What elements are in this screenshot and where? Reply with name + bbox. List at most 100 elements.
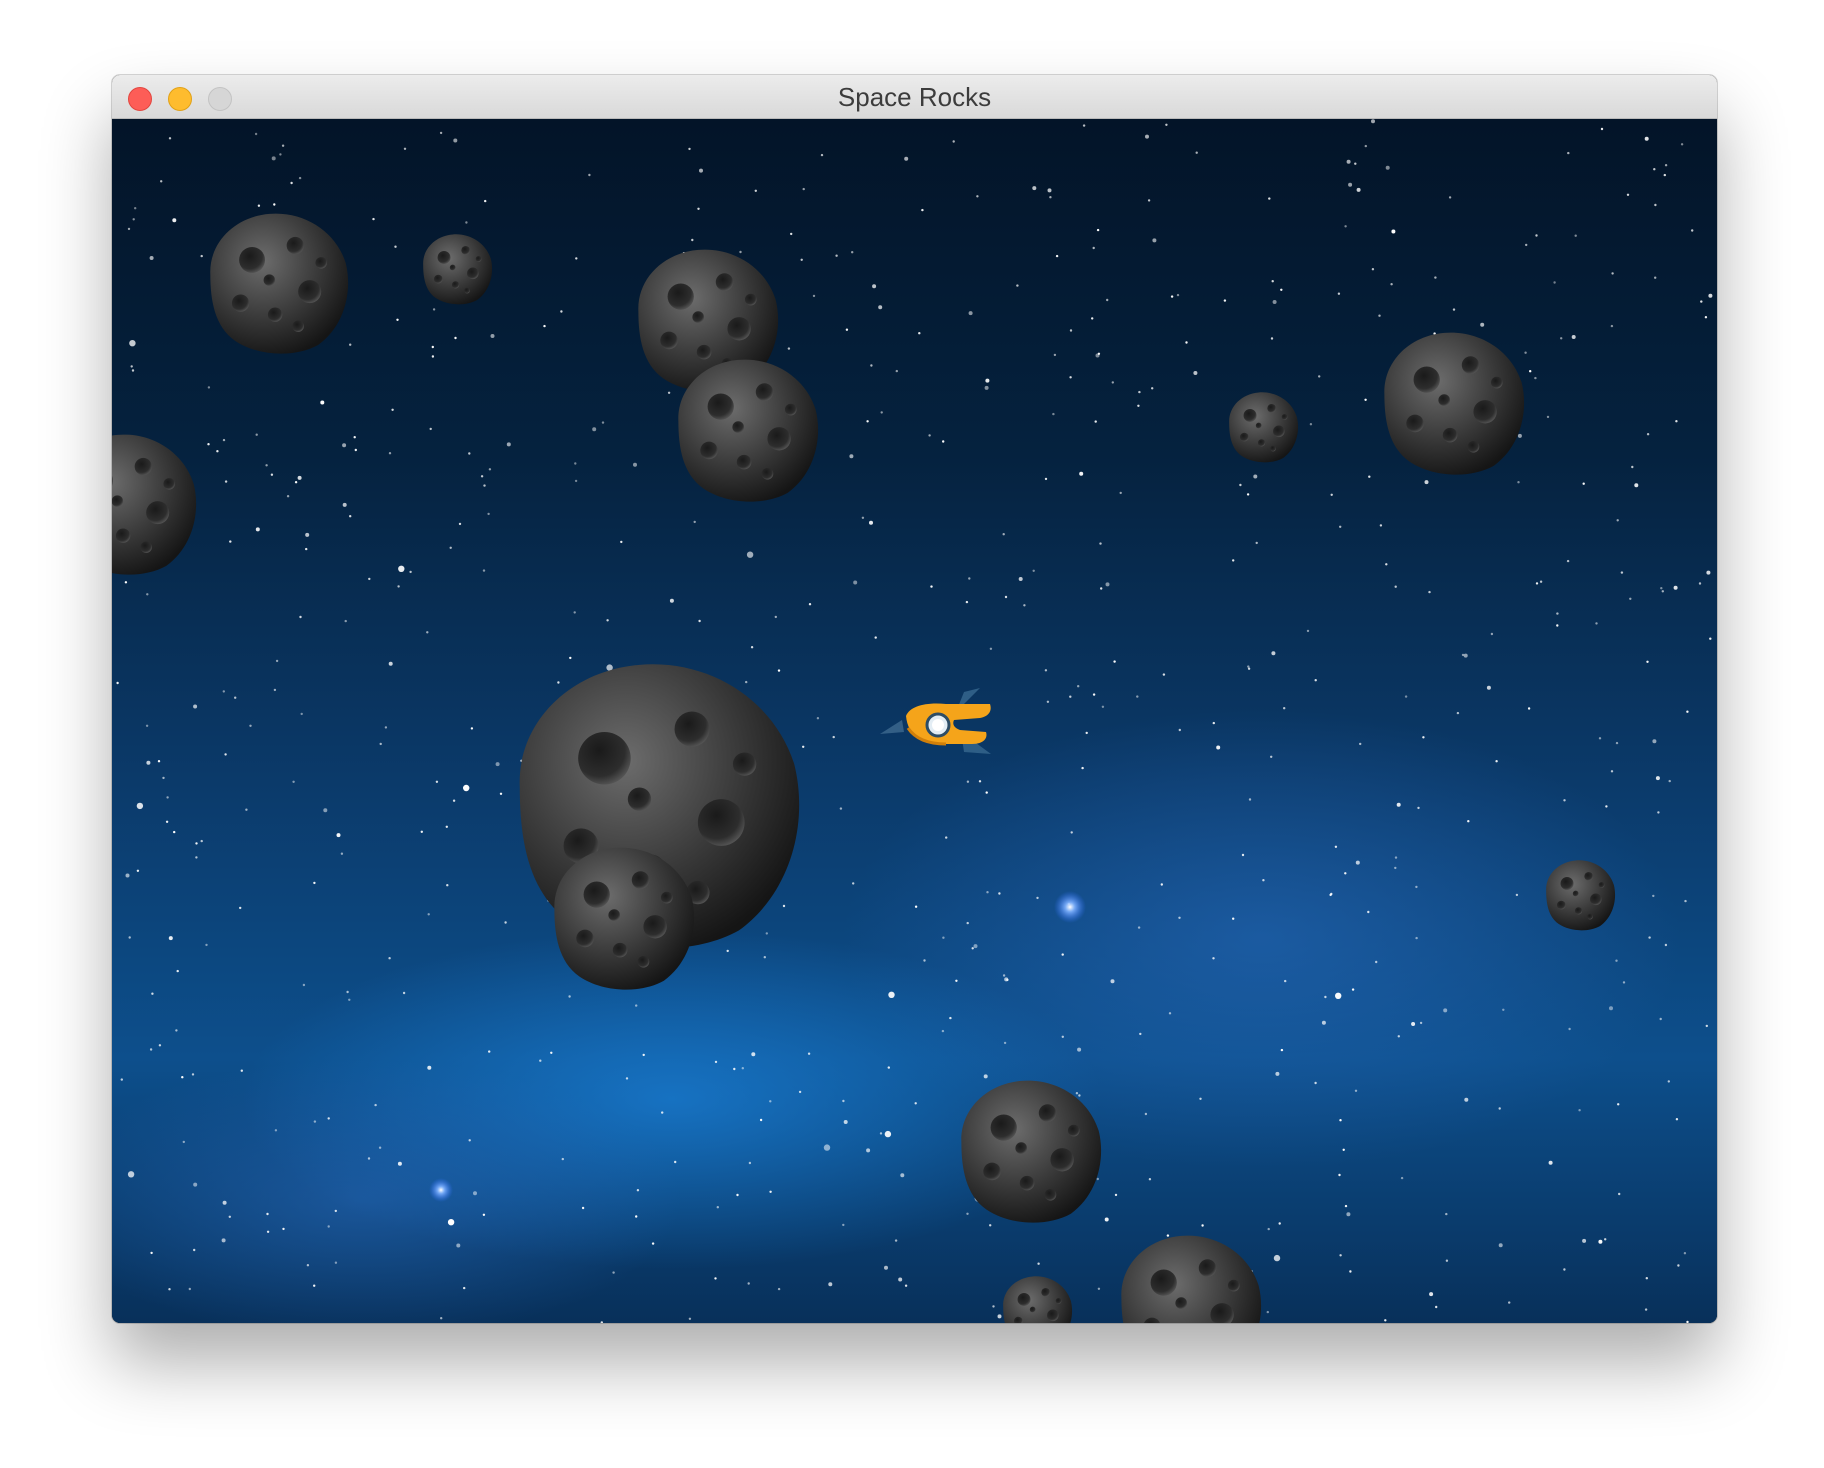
star xyxy=(499,792,503,795)
star xyxy=(188,1287,191,1291)
star xyxy=(429,427,432,431)
star xyxy=(736,1193,739,1197)
star xyxy=(1428,590,1431,594)
star xyxy=(136,869,140,872)
star xyxy=(240,1069,243,1072)
star xyxy=(1660,587,1663,590)
star xyxy=(569,656,572,660)
star xyxy=(1663,173,1667,177)
game-canvas[interactable] xyxy=(112,119,1717,1323)
star xyxy=(320,400,325,405)
star xyxy=(506,442,511,447)
star xyxy=(388,661,393,666)
star xyxy=(1664,943,1668,947)
star xyxy=(1391,229,1396,234)
star xyxy=(1384,1319,1387,1322)
star xyxy=(1272,300,1277,304)
star xyxy=(879,1132,883,1135)
star xyxy=(1223,299,1227,302)
star xyxy=(688,147,691,151)
star xyxy=(396,318,399,321)
star xyxy=(774,615,777,619)
star xyxy=(207,443,210,446)
star xyxy=(904,1284,908,1287)
star xyxy=(200,839,203,843)
star xyxy=(1104,1217,1109,1222)
star xyxy=(739,250,742,254)
star xyxy=(182,1140,185,1144)
star xyxy=(606,619,609,622)
star xyxy=(1032,569,1035,572)
star xyxy=(292,780,295,783)
star xyxy=(1691,229,1694,232)
star xyxy=(1508,1301,1511,1304)
star xyxy=(642,1053,645,1057)
star xyxy=(955,979,958,982)
star xyxy=(1495,760,1498,763)
star xyxy=(1346,159,1351,164)
star xyxy=(470,727,474,730)
star xyxy=(667,391,671,394)
star xyxy=(726,949,729,953)
game-scene xyxy=(112,119,1717,1323)
star xyxy=(372,217,375,221)
star xyxy=(1314,679,1317,682)
star xyxy=(1364,144,1368,148)
star xyxy=(798,1090,802,1094)
star xyxy=(166,796,169,799)
star xyxy=(845,328,849,331)
star xyxy=(1006,978,1009,982)
star xyxy=(1339,525,1342,528)
star xyxy=(1355,860,1360,865)
star xyxy=(1099,542,1102,545)
star xyxy=(1241,853,1245,857)
star xyxy=(1375,960,1378,964)
star xyxy=(1049,196,1052,199)
star xyxy=(294,481,298,484)
star xyxy=(490,334,495,338)
star xyxy=(1253,474,1258,479)
star xyxy=(1668,779,1671,783)
star xyxy=(160,180,163,183)
star xyxy=(168,936,173,941)
star xyxy=(305,532,310,537)
star xyxy=(1162,673,1166,676)
star xyxy=(1321,1020,1326,1025)
star xyxy=(191,1073,195,1076)
star xyxy=(1578,1109,1581,1112)
star xyxy=(1645,1277,1649,1280)
star xyxy=(368,577,371,581)
star xyxy=(1075,1092,1079,1095)
star xyxy=(222,438,226,442)
star xyxy=(828,1282,833,1287)
star xyxy=(568,995,571,998)
star xyxy=(745,680,748,684)
star xyxy=(746,551,754,558)
star xyxy=(1139,1032,1142,1036)
star xyxy=(1212,957,1215,960)
star xyxy=(1070,831,1073,834)
star xyxy=(966,921,969,925)
star xyxy=(635,1004,638,1007)
star xyxy=(978,780,982,783)
star xyxy=(195,856,198,859)
bright-star xyxy=(429,1178,453,1202)
star xyxy=(880,411,883,414)
star xyxy=(1346,1212,1351,1217)
star xyxy=(1078,1094,1081,1097)
star xyxy=(714,1277,717,1280)
star xyxy=(693,520,696,524)
star xyxy=(1529,370,1532,373)
star xyxy=(273,688,277,692)
star xyxy=(1284,979,1287,983)
star xyxy=(150,1251,153,1255)
asteroid xyxy=(1546,860,1616,931)
star xyxy=(1201,1224,1204,1227)
star xyxy=(1199,1097,1202,1100)
title-bar[interactable]: Space Rocks xyxy=(112,75,1717,119)
star xyxy=(1248,798,1252,801)
star xyxy=(1151,387,1154,390)
star xyxy=(1610,324,1614,328)
star xyxy=(1096,1177,1099,1181)
star xyxy=(1004,595,1008,599)
